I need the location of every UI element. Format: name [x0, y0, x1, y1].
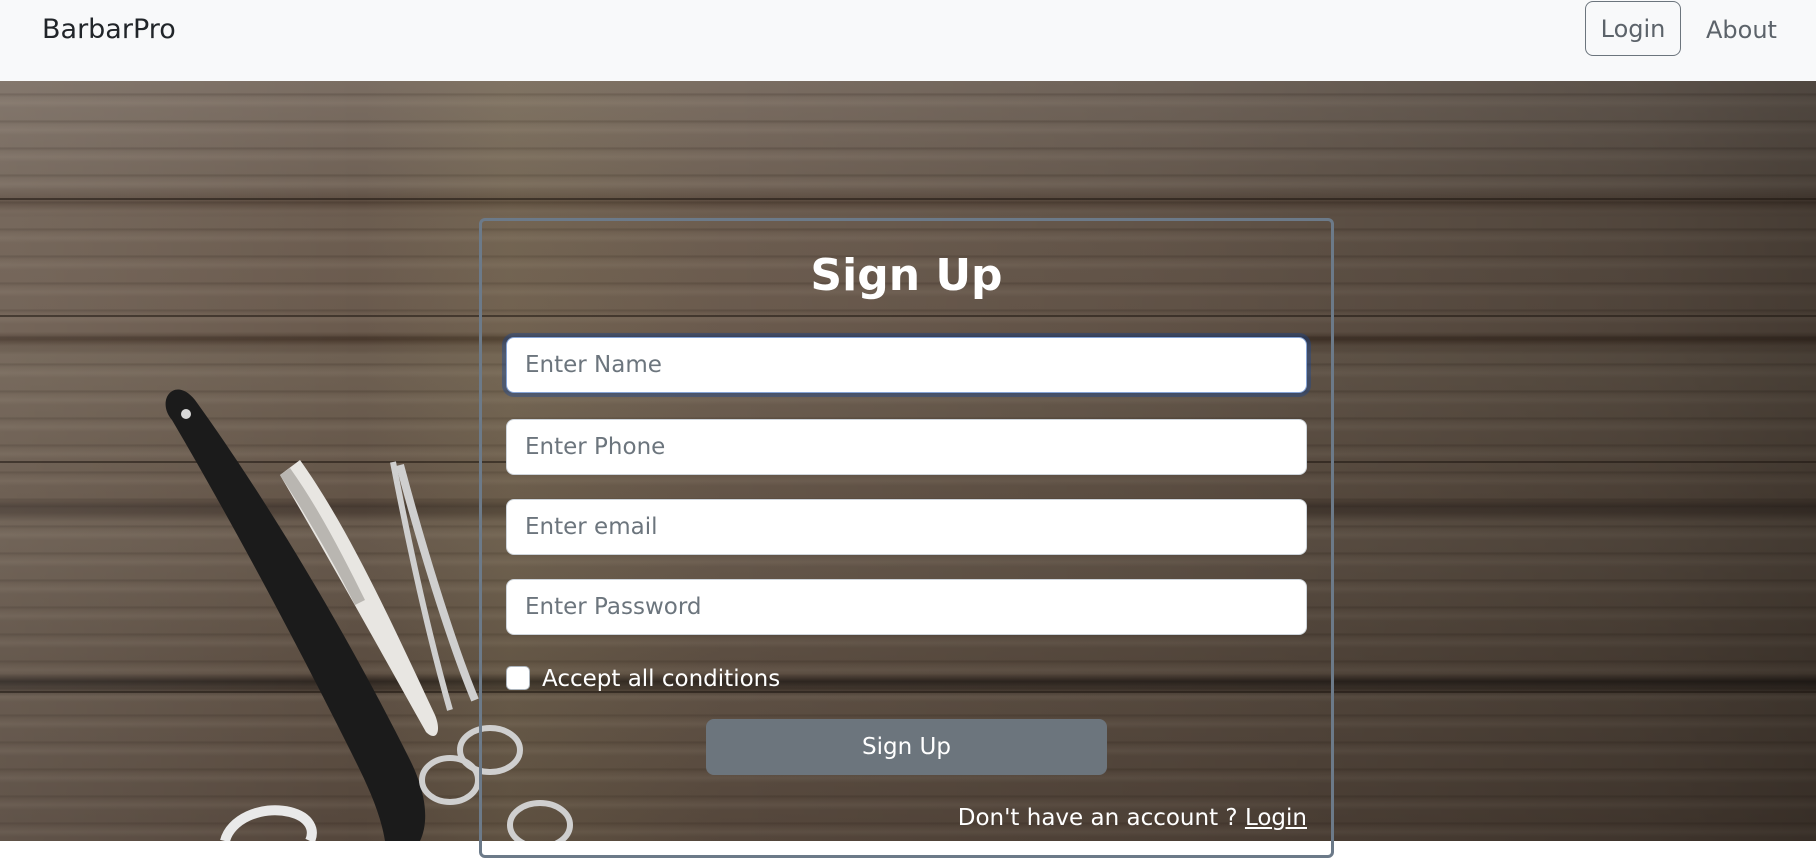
nav-login-button[interactable]: Login: [1585, 1, 1681, 56]
brand-logo[interactable]: BarbarPro: [42, 14, 176, 46]
accept-conditions-checkbox[interactable]: [506, 666, 530, 690]
accept-conditions-label[interactable]: Accept all conditions: [542, 664, 780, 694]
top-navbar: BarbarPro Login About: [0, 0, 1816, 81]
password-input[interactable]: [506, 579, 1307, 635]
nav-about-link[interactable]: About: [1706, 14, 1777, 46]
comb-ring-icon: [220, 805, 317, 841]
signup-submit-button[interactable]: Sign Up: [706, 719, 1107, 775]
name-input[interactable]: [506, 337, 1307, 393]
email-input[interactable]: [506, 499, 1307, 555]
phone-input[interactable]: [506, 419, 1307, 475]
login-link[interactable]: Login: [1245, 805, 1307, 831]
form-title: Sign Up: [810, 250, 1003, 301]
plank-seam: [0, 198, 1816, 200]
login-prompt: Don't have an account ? Login: [850, 803, 1307, 833]
login-prompt-text: Don't have an account ?: [957, 805, 1238, 831]
